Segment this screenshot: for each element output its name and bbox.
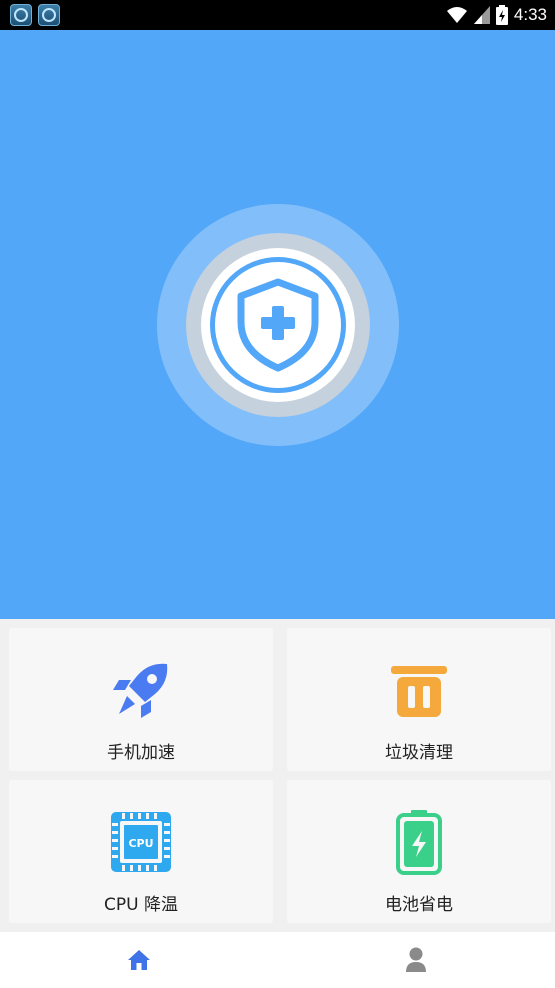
wifi-icon xyxy=(446,7,467,23)
nav-profile[interactable] xyxy=(278,932,555,988)
phone-boost-button[interactable]: 手机加速 xyxy=(9,628,273,771)
status-bar: 4:33 xyxy=(0,0,555,30)
hero-banner xyxy=(0,30,555,619)
rocket-icon xyxy=(109,658,173,722)
user-icon xyxy=(406,947,427,972)
nav-home[interactable] xyxy=(0,932,278,988)
cpu-icon: CPU xyxy=(108,810,174,874)
shield-plus-icon xyxy=(237,278,319,372)
bottom-navigation xyxy=(0,932,555,988)
feature-grid: 手机加速 垃圾清理 CPU CPU 降温 电池省电 xyxy=(0,619,555,932)
protection-badge[interactable] xyxy=(210,257,346,393)
home-icon xyxy=(127,950,150,970)
battery-icon xyxy=(396,810,442,875)
signal-icon xyxy=(473,6,490,24)
phone-boost-label: 手机加速 xyxy=(107,743,175,763)
junk-clean-label: 垃圾清理 xyxy=(385,743,453,763)
battery-saver-label: 电池省电 xyxy=(385,895,453,915)
cpu-icon-text: CPU xyxy=(128,837,153,850)
cpu-cooling-label: CPU 降温 xyxy=(104,895,178,915)
trash-icon xyxy=(387,658,451,722)
system-status: 4:33 xyxy=(446,5,547,25)
junk-clean-button[interactable]: 垃圾清理 xyxy=(287,628,551,771)
status-time: 4:33 xyxy=(513,5,547,24)
app-notification-icon xyxy=(10,4,32,26)
notification-icons xyxy=(10,4,60,26)
app-notification-icon xyxy=(38,4,60,26)
battery-status-icon xyxy=(495,5,508,25)
battery-saver-button[interactable]: 电池省电 xyxy=(287,780,551,923)
cpu-cooling-button[interactable]: CPU CPU 降温 xyxy=(9,780,273,923)
